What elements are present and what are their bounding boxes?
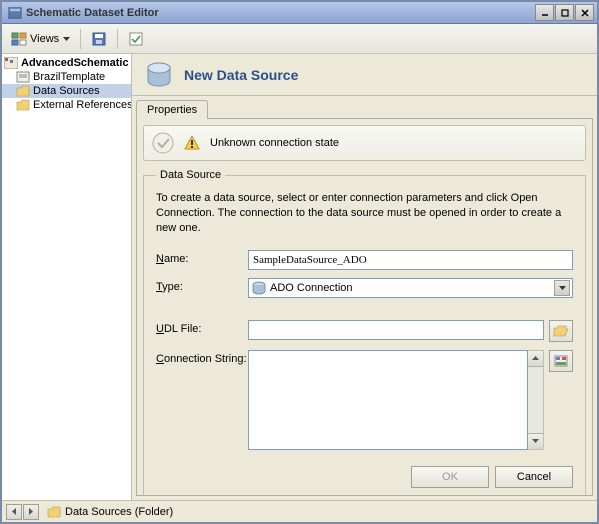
- content-header: New Data Source: [132, 54, 597, 96]
- tree-label: BrazilTemplate: [33, 71, 105, 83]
- tree-item-externalrefs[interactable]: External References: [2, 98, 131, 112]
- main-area: AdvancedSchematic BrazilTemplate Data So…: [2, 54, 597, 500]
- type-select[interactable]: ADO Connection: [248, 278, 573, 298]
- description-text: To create a data source, select or enter…: [156, 191, 573, 236]
- window: Schematic Dataset Editor Views AdvancedS…: [0, 0, 599, 524]
- page-title: New Data Source: [184, 67, 298, 83]
- datasource-fieldset: Data Source To create a data source, sel…: [143, 169, 586, 496]
- folder-icon: [47, 506, 61, 518]
- save-button[interactable]: [86, 28, 112, 50]
- warning-icon: [184, 135, 200, 151]
- schematic-icon: [4, 57, 18, 69]
- tree-label: Data Sources: [33, 85, 100, 97]
- tree-label: External References: [33, 99, 132, 111]
- cancel-button[interactable]: Cancel: [495, 466, 573, 488]
- folder-icon: [16, 85, 30, 97]
- tree-root-label: AdvancedSchematic: [21, 57, 129, 69]
- tree-root[interactable]: AdvancedSchematic: [2, 56, 131, 70]
- maximize-button[interactable]: [555, 4, 574, 21]
- datasource-icon: [144, 61, 174, 89]
- name-label: Name:: [156, 250, 248, 265]
- close-button[interactable]: [575, 4, 594, 21]
- check-button[interactable]: [123, 28, 149, 50]
- folder-icon: [16, 99, 30, 111]
- toolbar: Views: [2, 24, 597, 54]
- dropdown-arrow-icon: [554, 280, 570, 296]
- status-box: Unknown connection state: [143, 125, 586, 161]
- scroll-left-icon[interactable]: [6, 504, 22, 520]
- builder-icon: [553, 354, 569, 368]
- name-input[interactable]: [248, 250, 573, 270]
- scrollbar[interactable]: [528, 350, 544, 450]
- connstring-label: Connection String:: [156, 350, 248, 365]
- ado-icon: [251, 280, 267, 296]
- status-text: Unknown connection state: [210, 137, 339, 149]
- open-folder-icon: [553, 324, 569, 338]
- tree-item-datasources[interactable]: Data Sources: [2, 84, 131, 98]
- minimize-button[interactable]: [535, 4, 554, 21]
- check-icon: [128, 31, 144, 47]
- views-label: Views: [30, 33, 59, 45]
- content-panel: New Data Source Properties Unknown conne…: [132, 54, 597, 500]
- statusbar-text: Data Sources (Folder): [65, 506, 173, 518]
- scroll-down-icon[interactable]: [528, 433, 543, 449]
- tree-panel: AdvancedSchematic BrazilTemplate Data So…: [2, 54, 132, 500]
- type-value: ADO Connection: [270, 282, 554, 294]
- tab-bar: Properties: [132, 100, 597, 119]
- tree-item-braziltemplate[interactable]: BrazilTemplate: [2, 70, 131, 84]
- template-icon: [16, 71, 30, 83]
- scroll-right-icon[interactable]: [23, 504, 39, 520]
- type-label: Type:: [156, 278, 248, 293]
- connstring-build-button[interactable]: [549, 350, 573, 372]
- views-icon: [11, 31, 27, 47]
- connstring-input[interactable]: [248, 350, 528, 450]
- scroll-up-icon[interactable]: [528, 351, 543, 367]
- udl-browse-button[interactable]: [549, 320, 573, 342]
- save-icon: [91, 31, 107, 47]
- tab-properties[interactable]: Properties: [136, 100, 208, 119]
- window-title: Schematic Dataset Editor: [26, 7, 535, 19]
- connection-status-icon: [152, 132, 174, 154]
- app-icon: [8, 6, 22, 20]
- tab-content: Unknown connection state Data Source To …: [136, 118, 593, 496]
- titlebar: Schematic Dataset Editor: [2, 2, 597, 24]
- udl-label: UDL File:: [156, 320, 248, 335]
- fieldset-legend: Data Source: [156, 169, 225, 181]
- udl-input[interactable]: [248, 320, 544, 340]
- views-dropdown[interactable]: Views: [6, 28, 75, 50]
- ok-button[interactable]: OK: [411, 466, 489, 488]
- statusbar: Data Sources (Folder): [2, 500, 597, 522]
